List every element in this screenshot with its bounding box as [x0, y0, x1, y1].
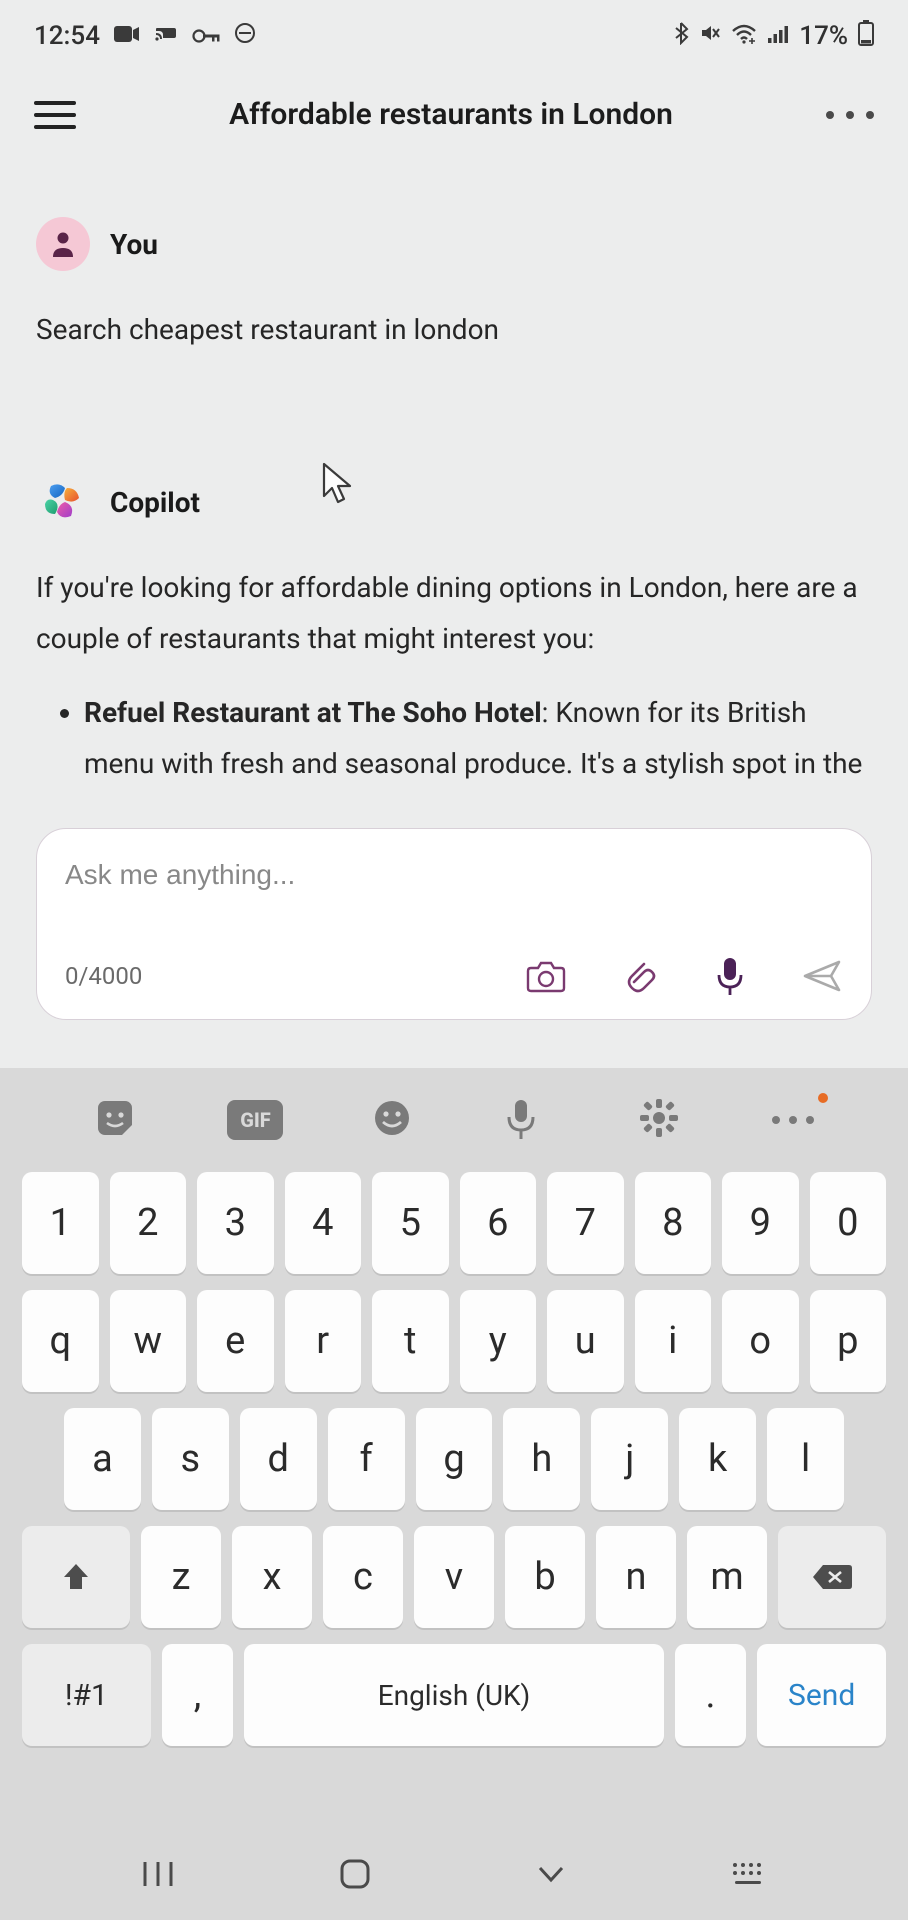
settings-icon[interactable] [638, 1097, 684, 1143]
wifi-icon [731, 21, 757, 51]
keyboard-row-2: q w e r t y u i o p [0, 1290, 908, 1392]
key-p[interactable]: p [810, 1290, 887, 1392]
chat-area: You Search cheapest restaurant in london [0, 157, 908, 789]
camera-button[interactable] [525, 955, 567, 997]
copilot-avatar [36, 475, 90, 529]
key-1[interactable]: 1 [22, 1172, 99, 1274]
status-time: 12:54 [34, 21, 100, 51]
battery-icon [858, 20, 874, 53]
key-symbols[interactable]: !#1 [22, 1644, 151, 1746]
recents-button[interactable] [141, 1859, 175, 1893]
key-c[interactable]: c [323, 1526, 403, 1628]
sticker-icon[interactable] [94, 1097, 140, 1143]
key-v[interactable]: v [414, 1526, 494, 1628]
battery-percent: 17% [799, 21, 848, 51]
key-f[interactable]: f [328, 1408, 405, 1510]
keyboard: GIF 1 2 3 4 5 6 7 8 9 0 q w e r t y u [0, 1068, 908, 1920]
key-b[interactable]: b [505, 1526, 585, 1628]
user-message: You Search cheapest restaurant in london [36, 217, 872, 355]
key-y[interactable]: y [460, 1290, 537, 1392]
key-e[interactable]: e [197, 1290, 274, 1392]
key-u[interactable]: u [547, 1290, 624, 1392]
sender-label: Copilot [110, 486, 200, 519]
mute-icon [699, 21, 721, 51]
key-2[interactable]: 2 [110, 1172, 187, 1274]
camera-icon [114, 21, 140, 51]
status-right: 17% [673, 20, 874, 53]
user-message-text: Search cheapest restaurant in london [36, 305, 872, 355]
bluetooth-icon [673, 21, 689, 52]
key-backspace[interactable] [778, 1526, 886, 1628]
key-d[interactable]: d [240, 1408, 317, 1510]
key-space[interactable]: English (UK) [244, 1644, 664, 1746]
key-comma[interactable]: , [162, 1644, 234, 1746]
key-h[interactable]: h [503, 1408, 580, 1510]
key-7[interactable]: 7 [547, 1172, 624, 1274]
key-3[interactable]: 3 [197, 1172, 274, 1274]
send-button[interactable] [801, 955, 843, 997]
gif-icon[interactable]: GIF [227, 1100, 283, 1140]
home-button[interactable] [338, 1857, 372, 1895]
key-a[interactable]: a [64, 1408, 141, 1510]
copilot-message-text: If you're looking for affordable dining … [36, 563, 872, 789]
dnd-icon [234, 21, 256, 51]
keyboard-row-5: !#1 , English (UK) . Send [0, 1644, 908, 1746]
copilot-message: Copilot If you're looking for affordable… [36, 475, 872, 789]
nav-bar [0, 1832, 908, 1920]
key-k[interactable]: k [679, 1408, 756, 1510]
vpn-icon [192, 21, 220, 51]
key-8[interactable]: 8 [635, 1172, 712, 1274]
message-input-box: 0/4000 [36, 828, 872, 1020]
keyboard-row-4: z x c v b n m [0, 1526, 908, 1628]
page-title: Affordable restaurants in London [76, 97, 826, 132]
char-counter: 0/4000 [65, 962, 142, 990]
keyboard-more-icon[interactable] [772, 1097, 814, 1143]
keyboard-toolbar: GIF [0, 1068, 908, 1172]
user-avatar [36, 217, 90, 271]
key-j[interactable]: j [591, 1408, 668, 1510]
keyboard-row-3: a s d f g h j k l [0, 1408, 908, 1510]
key-o[interactable]: o [722, 1290, 799, 1392]
key-4[interactable]: 4 [285, 1172, 362, 1274]
cast-icon [154, 21, 178, 51]
emoji-icon[interactable] [371, 1097, 417, 1143]
key-w[interactable]: w [110, 1290, 187, 1392]
key-5[interactable]: 5 [372, 1172, 449, 1274]
key-n[interactable]: n [596, 1526, 676, 1628]
voice-icon[interactable] [505, 1097, 551, 1143]
attachment-button[interactable] [617, 955, 659, 997]
key-0[interactable]: 0 [810, 1172, 887, 1274]
menu-button[interactable] [34, 101, 76, 129]
sender-label: You [110, 228, 158, 261]
key-send[interactable]: Send [757, 1644, 886, 1746]
message-input[interactable] [65, 859, 843, 891]
key-r[interactable]: r [285, 1290, 362, 1392]
key-l[interactable]: l [767, 1408, 844, 1510]
more-options-button[interactable] [826, 111, 874, 119]
app-header: Affordable restaurants in London [0, 72, 908, 157]
key-period[interactable]: . [675, 1644, 747, 1746]
keyboard-row-1: 1 2 3 4 5 6 7 8 9 0 [0, 1172, 908, 1274]
mouse-cursor-icon [318, 460, 358, 512]
key-q[interactable]: q [22, 1290, 99, 1392]
status-left: 12:54 [34, 21, 256, 51]
back-button[interactable] [534, 1863, 568, 1889]
key-9[interactable]: 9 [722, 1172, 799, 1274]
list-item: Refuel Restaurant at The Soho Hotel: Kno… [84, 688, 872, 789]
keyboard-switch-button[interactable] [731, 1861, 767, 1891]
mic-button[interactable] [709, 955, 751, 997]
signal-icon [767, 21, 789, 51]
key-m[interactable]: m [687, 1526, 767, 1628]
key-6[interactable]: 6 [460, 1172, 537, 1274]
key-t[interactable]: t [372, 1290, 449, 1392]
key-i[interactable]: i [635, 1290, 712, 1392]
key-shift[interactable] [22, 1526, 130, 1628]
status-bar: 12:54 17% [0, 0, 908, 72]
key-s[interactable]: s [152, 1408, 229, 1510]
key-x[interactable]: x [232, 1526, 312, 1628]
key-z[interactable]: z [141, 1526, 221, 1628]
key-g[interactable]: g [416, 1408, 493, 1510]
